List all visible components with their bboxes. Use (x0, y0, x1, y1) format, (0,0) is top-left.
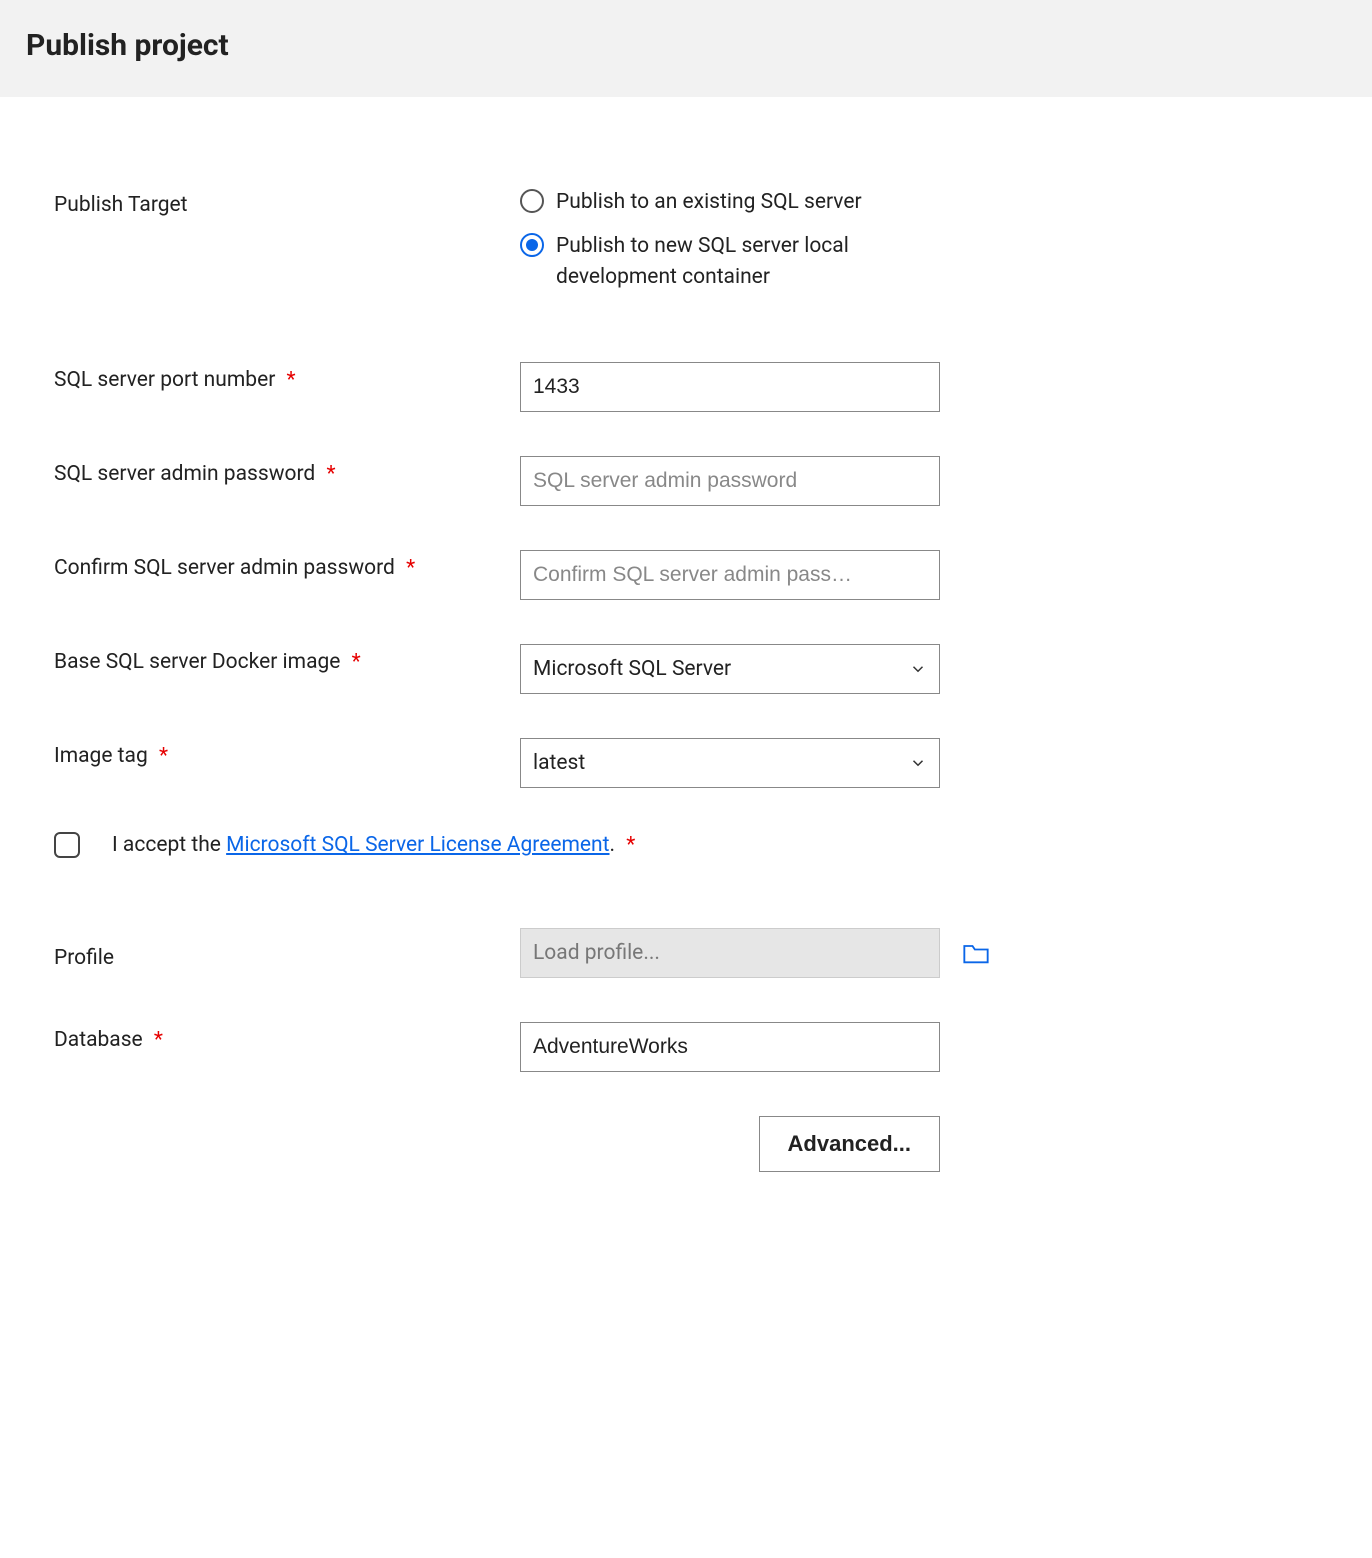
row-confirm-password: Confirm SQL server admin password * (54, 550, 1318, 600)
radio-existing-label: Publish to an existing SQL server (556, 187, 862, 217)
profile-input[interactable]: Load profile... (520, 928, 940, 978)
admin-password-input[interactable] (520, 456, 940, 506)
row-image-tag: Image tag * latest (54, 738, 1318, 788)
port-input[interactable] (520, 362, 940, 412)
label-port-text: SQL server port number (54, 368, 275, 392)
radio-existing-server[interactable]: Publish to an existing SQL server (520, 187, 940, 217)
database-input[interactable] (520, 1022, 940, 1072)
license-row: I accept the Microsoft SQL Server Licens… (54, 832, 1318, 858)
required-mark: * (626, 833, 635, 857)
confirm-password-input[interactable] (520, 550, 940, 600)
chevron-down-icon (909, 754, 927, 772)
required-mark: * (326, 462, 335, 486)
row-docker-image: Base SQL server Docker image * Microsoft… (54, 644, 1318, 694)
label-image-tag-text: Image tag (54, 744, 148, 768)
label-image-tag: Image tag * (54, 738, 520, 768)
label-docker-image-text: Base SQL server Docker image (54, 650, 340, 674)
row-profile: Profile Load profile... (54, 928, 1318, 978)
required-mark: * (154, 1028, 163, 1052)
row-database: Database * (54, 1022, 1318, 1072)
label-profile: Profile (54, 936, 520, 970)
label-publish-target: Publish Target (54, 187, 520, 217)
dialog-title: Publish project (26, 28, 1346, 63)
label-database: Database * (54, 1022, 520, 1052)
radio-new-container[interactable]: Publish to new SQL server local developm… (520, 231, 940, 292)
dialog-content: Publish Target Publish to an existing SQ… (0, 97, 1372, 1212)
row-publish-target: Publish Target Publish to an existing SQ… (54, 187, 1318, 292)
advanced-button[interactable]: Advanced... (759, 1116, 940, 1172)
required-mark: * (287, 368, 296, 392)
row-advanced: Advanced... (54, 1116, 1318, 1172)
label-database-text: Database (54, 1028, 143, 1052)
folder-icon[interactable] (962, 941, 990, 965)
label-port: SQL server port number * (54, 362, 520, 392)
docker-image-value: Microsoft SQL Server (533, 657, 731, 681)
profile-placeholder: Load profile... (533, 941, 660, 965)
dialog-header: Publish project (0, 0, 1372, 97)
license-suffix: . (610, 833, 616, 857)
publish-target-options: Publish to an existing SQL server Publis… (520, 187, 940, 292)
required-mark: * (159, 744, 168, 768)
label-admin-password-text: SQL server admin password (54, 462, 315, 486)
required-mark: * (352, 650, 361, 674)
label-confirm-password: Confirm SQL server admin password * (54, 550, 520, 580)
image-tag-select[interactable]: latest (520, 738, 940, 788)
label-confirm-password-text: Confirm SQL server admin password (54, 556, 395, 580)
row-port: SQL server port number * (54, 362, 1318, 412)
radio-icon (520, 233, 544, 257)
license-label: I accept the Microsoft SQL Server Licens… (112, 833, 635, 857)
label-docker-image: Base SQL server Docker image * (54, 644, 520, 674)
docker-image-select[interactable]: Microsoft SQL Server (520, 644, 940, 694)
radio-new-container-label: Publish to new SQL server local developm… (556, 231, 940, 292)
image-tag-value: latest (533, 751, 585, 775)
license-checkbox[interactable] (54, 832, 80, 858)
radio-group-publish-target: Publish to an existing SQL server Publis… (520, 187, 940, 292)
license-prefix: I accept the (112, 833, 226, 857)
license-link[interactable]: Microsoft SQL Server License Agreement (226, 833, 609, 857)
required-mark: * (406, 556, 415, 580)
row-admin-password: SQL server admin password * (54, 456, 1318, 506)
label-admin-password: SQL server admin password * (54, 456, 520, 486)
chevron-down-icon (909, 660, 927, 678)
radio-icon (520, 189, 544, 213)
